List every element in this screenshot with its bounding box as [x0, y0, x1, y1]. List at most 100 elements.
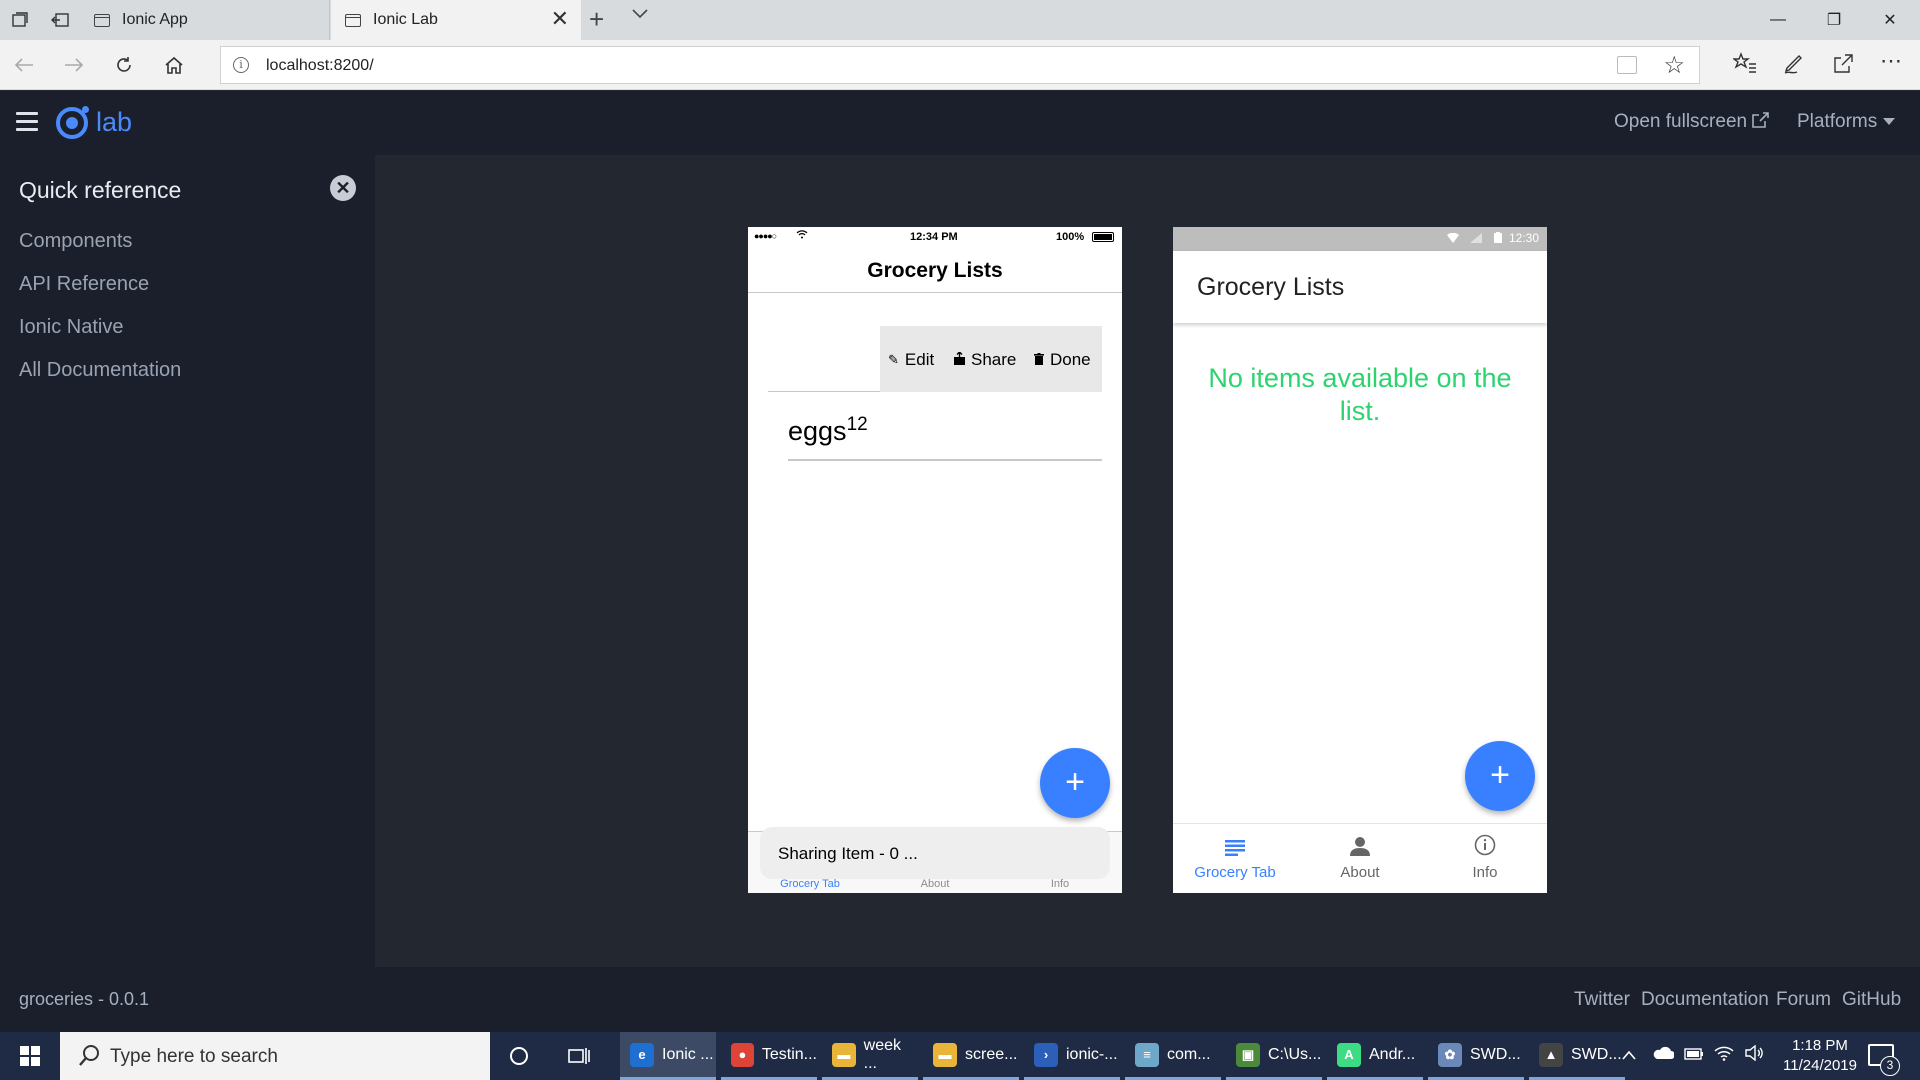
- more-menu-icon[interactable]: ⋯: [1880, 48, 1902, 74]
- reading-view-icon[interactable]: [1617, 56, 1637, 74]
- trash-icon: [1034, 352, 1044, 368]
- share-icon: [954, 351, 965, 368]
- tab-about[interactable]: About: [1298, 834, 1422, 881]
- edit-option-button[interactable]: ✎ Edit: [888, 350, 934, 370]
- info-icon: [1423, 834, 1547, 864]
- minimize-button[interactable]: —: [1750, 0, 1806, 40]
- forward-arrow-icon[interactable]: [58, 50, 90, 80]
- url-text[interactable]: localhost:8200/: [266, 57, 374, 75]
- address-bar[interactable]: i localhost:8200/ ☆: [220, 46, 1700, 84]
- tab-grocery[interactable]: Grocery Tab: [1173, 834, 1297, 881]
- sidebar-link-all-documentation[interactable]: All Documentation: [19, 359, 181, 382]
- tab-info[interactable]: Info: [998, 878, 1122, 890]
- tab-grocery[interactable]: Grocery Tab: [748, 878, 872, 890]
- new-tab-icon[interactable]: +: [589, 4, 604, 35]
- edit-label: Edit: [904, 350, 935, 369]
- taskbar-app-button[interactable]: A Andr...: [1327, 1032, 1423, 1080]
- md-tab-bar: Grocery Tab About Info: [1173, 823, 1547, 893]
- restore-button[interactable]: ❐: [1806, 0, 1862, 40]
- clock-time: 1:18 PM: [1792, 1037, 1848, 1054]
- footer-link-github[interactable]: GitHub: [1842, 989, 1901, 1011]
- page-icon: [345, 13, 361, 27]
- task-view-icon[interactable]: [554, 1032, 604, 1080]
- empty-list-message: No items available on the list.: [1208, 363, 1512, 426]
- android-status-bar: 12:30: [1173, 227, 1547, 251]
- signal-icon: [1470, 233, 1483, 243]
- refresh-icon[interactable]: [108, 50, 140, 80]
- show-hidden-icons[interactable]: [1622, 1045, 1636, 1065]
- close-window-button[interactable]: ✕: [1862, 0, 1918, 40]
- android-studio-icon: A: [1337, 1042, 1361, 1067]
- taskbar-app-label: scree...: [965, 1045, 1018, 1063]
- set-aside-tabs-icon[interactable]: [0, 0, 40, 40]
- app-version: groceries - 0.0.1: [19, 989, 150, 1009]
- taskbar-app-label: C:\Us...: [1268, 1045, 1322, 1063]
- footer-link-twitter[interactable]: Twitter: [1574, 989, 1630, 1011]
- taskbar-search-box[interactable]: Type here to search: [60, 1032, 490, 1080]
- tab-label: Grocery Tab: [1194, 864, 1276, 881]
- add-item-fab[interactable]: +: [1040, 748, 1110, 818]
- back-arrow-icon[interactable]: [8, 50, 40, 80]
- menu-icon[interactable]: [16, 112, 38, 132]
- wifi-icon: [1446, 232, 1459, 243]
- taskbar-app-button[interactable]: ✿ SWD...: [1428, 1032, 1524, 1080]
- ios-device-preview: ●●●●○ 12:34 PM 100% Grocery Lists ✎ Edit…: [748, 227, 1122, 893]
- taskbar-app-button[interactable]: e Ionic ...: [620, 1032, 716, 1080]
- close-sidebar-icon[interactable]: ✕: [330, 175, 356, 201]
- sidebar-link-api-reference[interactable]: API Reference: [19, 273, 149, 296]
- start-button[interactable]: [0, 1032, 60, 1080]
- notification-count-badge: 3: [1880, 1056, 1900, 1076]
- sidebar-link-components[interactable]: Components: [19, 230, 132, 253]
- done-option-button[interactable]: Done: [1034, 350, 1091, 370]
- add-item-fab[interactable]: +: [1465, 741, 1535, 811]
- tab-info[interactable]: Info: [1423, 834, 1547, 881]
- taskbar-app-button[interactable]: ≡ com...: [1125, 1032, 1221, 1080]
- tab-label: About: [1340, 864, 1380, 881]
- status-icons: 12:30: [1446, 231, 1539, 245]
- battery-icon[interactable]: [1684, 1045, 1704, 1065]
- tab-ionic-lab[interactable]: Ionic Lab ✕: [331, 0, 581, 40]
- onedrive-icon[interactable]: [1652, 1045, 1675, 1065]
- sidebar-link-ionic-native[interactable]: Ionic Native: [19, 316, 124, 339]
- favorites-list-icon[interactable]: [1731, 52, 1757, 80]
- restore-tabs-icon[interactable]: [40, 0, 80, 40]
- footer-link-forum[interactable]: Forum: [1776, 989, 1831, 1011]
- taskbar-app-button[interactable]: ▣ C:\Us...: [1226, 1032, 1322, 1080]
- footer-link-documentation[interactable]: Documentation: [1641, 989, 1769, 1011]
- search-placeholder: Type here to search: [110, 1046, 278, 1067]
- share-icon[interactable]: [1832, 52, 1854, 80]
- share-label: Share: [971, 350, 1017, 369]
- battery-percent: 100%: [1056, 231, 1085, 243]
- pen-notes-icon[interactable]: [1783, 52, 1805, 80]
- item-name: eggs: [788, 416, 847, 446]
- favorite-star-icon[interactable]: ☆: [1663, 51, 1685, 80]
- list-item[interactable]: eggs12: [788, 414, 868, 447]
- platforms-dropdown[interactable]: Platforms: [1797, 111, 1895, 133]
- battery-icon: [1092, 232, 1114, 242]
- home-icon[interactable]: [158, 50, 190, 80]
- battery-icon: [1493, 232, 1502, 243]
- tab-close-icon[interactable]: ✕: [551, 8, 569, 30]
- taskbar-app-button[interactable]: ▬ week ...: [822, 1032, 918, 1080]
- taskbar-app-label: ionic-...: [1066, 1045, 1118, 1063]
- quick-reference-sidebar: Quick reference ✕ Components API Referen…: [0, 155, 375, 967]
- taskbar-clock[interactable]: 1:18 PM 11/24/2019: [1760, 1036, 1880, 1076]
- page-icon: [94, 13, 110, 27]
- taskbar-app-button[interactable]: › ionic-...: [1024, 1032, 1120, 1080]
- page-title: Grocery Lists: [867, 259, 1003, 282]
- taskbar-app-button[interactable]: ▲ SWD...: [1529, 1032, 1625, 1080]
- wifi-icon[interactable]: [1714, 1045, 1734, 1066]
- divider: [768, 391, 880, 392]
- folder-icon: ▬: [832, 1042, 856, 1067]
- open-fullscreen-link[interactable]: Open fullscreen: [1614, 111, 1770, 133]
- tab-about[interactable]: About: [873, 878, 997, 890]
- sharing-toast: Sharing Item - 0 ...: [760, 827, 1110, 879]
- share-option-button[interactable]: Share: [954, 350, 1016, 370]
- taskbar-app-button[interactable]: ▬ scree...: [923, 1032, 1019, 1080]
- site-info-icon[interactable]: i: [233, 57, 249, 73]
- cortana-icon[interactable]: [494, 1032, 544, 1080]
- open-fullscreen-label: Open fullscreen: [1614, 111, 1748, 132]
- tab-list-chevron-icon[interactable]: [632, 6, 648, 24]
- tab-ionic-app[interactable]: Ionic App: [80, 0, 330, 40]
- taskbar-app-button[interactable]: ● Testin...: [721, 1032, 817, 1080]
